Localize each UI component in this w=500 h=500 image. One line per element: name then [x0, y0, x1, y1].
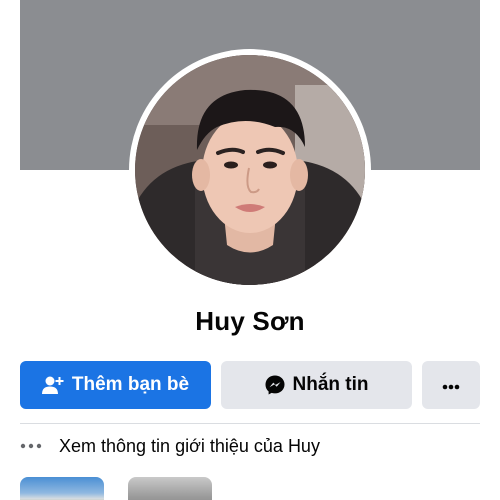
message-button[interactable]: Nhắn tin [221, 361, 412, 409]
messenger-icon [265, 375, 285, 395]
profile-picture-frame [129, 49, 371, 291]
message-label: Nhắn tin [292, 374, 369, 395]
photo-thumbnail[interactable] [128, 477, 212, 500]
more-dots-icon [442, 374, 460, 396]
intro-link[interactable]: Xem thông tin giới thiệu của Huy [20, 432, 320, 460]
profile-name: Huy Sơn [195, 306, 305, 336]
add-friend-icon [41, 375, 64, 395]
ellipsis-icon [20, 443, 44, 449]
add-friend-label: Thêm bạn bè [71, 374, 190, 395]
profile-picture[interactable] [135, 55, 365, 285]
intro-label: Xem thông tin giới thiệu của Huy [59, 435, 320, 456]
photo-thumbnail[interactable] [20, 477, 104, 500]
more-options-button[interactable] [422, 361, 480, 409]
add-friend-button[interactable]: Thêm bạn bè [20, 361, 211, 409]
profile-page: Huy Sơn Thêm bạn bè Nhắn tin Xem thông t… [0, 0, 500, 500]
section-divider [20, 423, 480, 424]
avatar-illustration [135, 55, 365, 285]
